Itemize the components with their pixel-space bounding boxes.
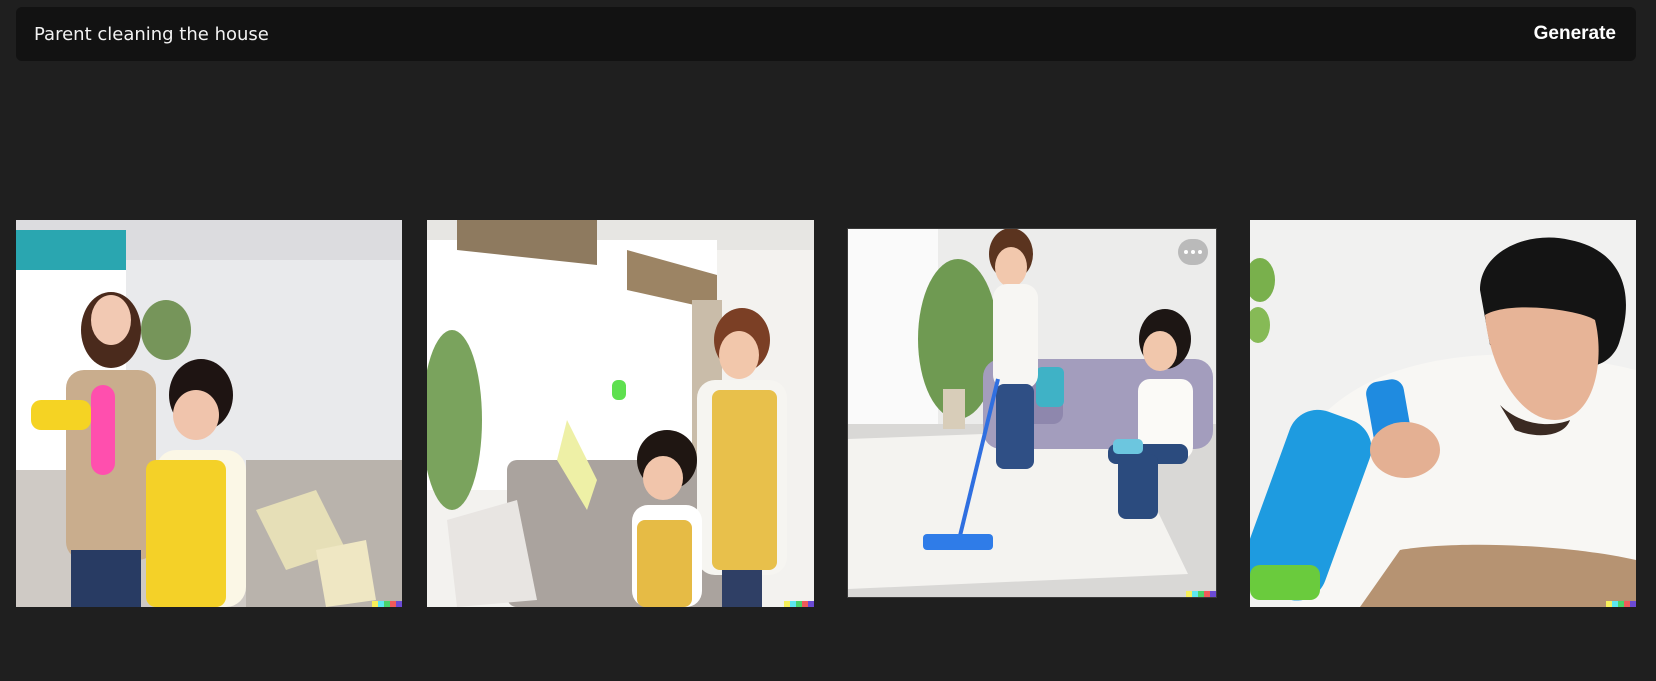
more-horizontal-icon [1184, 250, 1188, 254]
signature-mark [784, 601, 814, 607]
result-image-4[interactable] [1250, 220, 1636, 607]
result-image-3[interactable] [847, 228, 1217, 598]
more-options-button[interactable] [1178, 239, 1208, 265]
result-image-2[interactable] [427, 220, 814, 607]
signature-mark [1186, 591, 1216, 597]
signature-mark [372, 601, 402, 607]
result-image-1[interactable] [16, 220, 402, 607]
result-image-3-picture [848, 229, 1216, 597]
prompt-bar: Parent cleaning the house Generate [16, 7, 1636, 61]
signature-mark [1606, 601, 1636, 607]
result-image-2-picture [427, 220, 814, 607]
result-image-1-picture [16, 220, 402, 607]
result-image-4-picture [1250, 220, 1636, 607]
generate-button[interactable]: Generate [1514, 7, 1636, 61]
prompt-input[interactable]: Parent cleaning the house [16, 24, 1514, 45]
